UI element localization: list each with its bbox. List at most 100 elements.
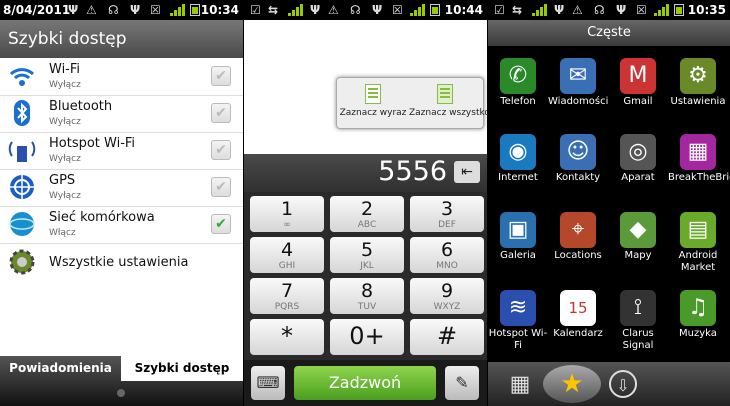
- dial-key[interactable]: #: [410, 319, 484, 355]
- dial-key-digit: *: [281, 322, 293, 350]
- setting-row-wifi[interactable]: Wi-Fi Wyłącz ✔: [0, 58, 243, 96]
- tab-notifications[interactable]: Powiadomienia: [0, 356, 121, 381]
- app-label: Mapy: [624, 250, 652, 261]
- dialed-number[interactable]: 5556: [378, 156, 447, 187]
- select-word-label: Zaznacz wyraz: [339, 108, 407, 118]
- gmail-icon: M: [620, 58, 656, 94]
- gallery-icon: ▣: [500, 212, 536, 248]
- wifi-icon: [9, 68, 35, 86]
- app-music[interactable]: ♫ Muzyka: [668, 290, 728, 340]
- app-locations[interactable]: ⌖ Locations: [548, 212, 608, 262]
- setting-row-gps[interactable]: GPS Wyłącz ✔: [0, 169, 243, 207]
- app-gmail[interactable]: M Gmail: [608, 58, 668, 108]
- headset-icon: ☊: [108, 3, 119, 17]
- app-label: Wiadomości: [548, 96, 609, 107]
- dial-key[interactable]: 4 GHI: [250, 237, 324, 273]
- camera-icon: ◎: [620, 134, 656, 170]
- app-gallery[interactable]: ▣ Galeria: [488, 212, 548, 262]
- app-messages[interactable]: ✉ Wiadomości: [548, 58, 608, 108]
- settings-icon: ⚙: [680, 58, 716, 94]
- app-globe[interactable]: ◉ Internet: [488, 134, 548, 184]
- setting-row-hotspot[interactable]: Hotspot Wi-Fi Wyłącz ✔: [0, 132, 243, 170]
- dial-key-digit: 7: [280, 280, 294, 302]
- status-date: 8/04/2011: [3, 3, 71, 17]
- gps-checkbox[interactable]: ✔: [211, 177, 231, 197]
- dial-key-letters: JKL: [360, 261, 374, 271]
- messages-icon: ✉: [560, 58, 596, 94]
- bottom-tabs: Powiadomienia Szybki dostęp: [0, 356, 243, 381]
- app-signal-tower[interactable]: ⟟ Clarus Signal: [608, 290, 668, 352]
- battery-icon: [190, 4, 200, 16]
- silent-icon: ☒: [392, 3, 403, 17]
- favorites-star-icon[interactable]: ★: [543, 365, 601, 403]
- dial-key[interactable]: 6 MNO: [410, 237, 484, 273]
- app-market[interactable]: ▤ Android Market: [668, 212, 728, 274]
- bottom-handle[interactable]: [0, 381, 243, 406]
- app-camera[interactable]: ◎ Aparat: [608, 134, 668, 184]
- status-bar: 8/04/2011 Ψ ⚠ ☊ Ψ ☒ 10:34: [0, 0, 243, 20]
- setting-row-all-settings[interactable]: Wszystkie ustawienia: [0, 243, 243, 281]
- app-label: Gmail: [623, 96, 653, 107]
- locations-icon: ⌖: [560, 212, 596, 248]
- dial-key[interactable]: 1 ∞: [250, 196, 324, 232]
- dial-key-digit: 1: [280, 198, 294, 220]
- launcher-dock: ▦ ★ ⇩: [488, 362, 730, 406]
- setting-state: Wyłącz: [49, 154, 81, 164]
- breakthebricks-icon: ▦: [680, 134, 716, 170]
- call-button[interactable]: Zadzwoń: [294, 366, 436, 400]
- headset-icon: ☊: [594, 3, 605, 17]
- mobile-network-checkbox[interactable]: ✔: [211, 214, 231, 234]
- signal-icon: [654, 4, 670, 16]
- dial-key[interactable]: 8 TUV: [330, 278, 404, 314]
- app-hotspot[interactable]: ≋ Hotspot Wi-Fi: [488, 290, 548, 352]
- tab-quick-access[interactable]: Szybki dostęp: [121, 356, 243, 381]
- app-calendar[interactable]: 15 Kalendarz: [548, 290, 608, 340]
- select-word-button[interactable]: Zaznacz wyraz: [337, 78, 409, 128]
- download-icon[interactable]: ⇩: [609, 370, 637, 398]
- app-maps[interactable]: ◆ Mapy: [608, 212, 668, 262]
- dial-key[interactable]: 5 JKL: [330, 237, 404, 273]
- dial-key[interactable]: 0+: [330, 319, 404, 355]
- setting-row-bluetooth[interactable]: Bluetooth Wyłącz ✔: [0, 95, 243, 133]
- check-icon: ☑: [494, 3, 505, 17]
- quick-settings-panel: 8/04/2011 Ψ ⚠ ☊ Ψ ☒ 10:34 Szybki dostęp …: [0, 0, 243, 406]
- sync-icon: ⇆: [268, 3, 279, 17]
- dialpad: 5556 ⇤ 1 ∞ 2 ABC 3 DEF 4 GHI 5 JKL 6 MNO 7 PQRS 8 TUV 9 W…: [244, 154, 487, 406]
- hotspot-checkbox[interactable]: ✔: [211, 140, 231, 160]
- status-bar: ☑ ⇆ Ψ ⚠ ☊ Ψ ☒ 10:35: [488, 0, 730, 20]
- app-label: Hotspot Wi-Fi: [488, 328, 548, 351]
- contact-note-button[interactable]: ✎: [445, 366, 479, 400]
- select-all-button[interactable]: Zaznacz wszystko: [409, 78, 487, 128]
- wifi-checkbox[interactable]: ✔: [211, 66, 231, 86]
- setting-row-mobile-network[interactable]: Sieć komórkowa Włącz ✔: [0, 206, 243, 244]
- warning-icon: ⚠: [86, 3, 97, 17]
- maps-icon: ◆: [620, 212, 656, 248]
- usb-icon: Ψ: [372, 3, 383, 17]
- setting-state: Włącz: [49, 228, 76, 238]
- dial-key-digit: 0+: [349, 322, 385, 350]
- document-icon: [365, 84, 381, 104]
- dial-key[interactable]: 9 WXYZ: [410, 278, 484, 314]
- dial-key[interactable]: 3 DEF: [410, 196, 484, 232]
- dial-key-digit: #: [436, 322, 458, 350]
- app-settings[interactable]: ⚙ Ustawienia: [668, 58, 728, 108]
- app-breakthebricks[interactable]: ▦ BreakTheBricks: [668, 134, 730, 184]
- bluetooth-checkbox[interactable]: ✔: [211, 103, 231, 123]
- setting-state: Wyłącz: [49, 80, 81, 90]
- app-contacts[interactable]: ☺ Kontakty: [548, 134, 608, 184]
- app-phone[interactable]: ✆ Telefon: [488, 58, 548, 108]
- headset-icon: ☊: [350, 3, 361, 17]
- dial-key[interactable]: 7 PQRS: [250, 278, 324, 314]
- dial-key-letters: GHI: [278, 261, 296, 271]
- keyboard-button[interactable]: ⌨: [251, 366, 285, 400]
- all-apps-icon[interactable]: ▦: [505, 370, 535, 400]
- dialer-panel: ☑ ⇆ Ψ ⚠ ☊ Ψ ☒ 10:44 Zaznacz wyraz Zaznac…: [244, 0, 487, 406]
- app-label: Galeria: [500, 250, 536, 261]
- dial-key[interactable]: *: [250, 319, 324, 355]
- backspace-button[interactable]: ⇤: [454, 161, 480, 183]
- bluetooth-icon: [14, 100, 30, 126]
- mobile-network-icon: [9, 212, 35, 236]
- number-display: 5556 ⇤: [244, 154, 487, 192]
- app-label: Clarus Signal: [622, 328, 654, 351]
- dial-key[interactable]: 2 ABC: [330, 196, 404, 232]
